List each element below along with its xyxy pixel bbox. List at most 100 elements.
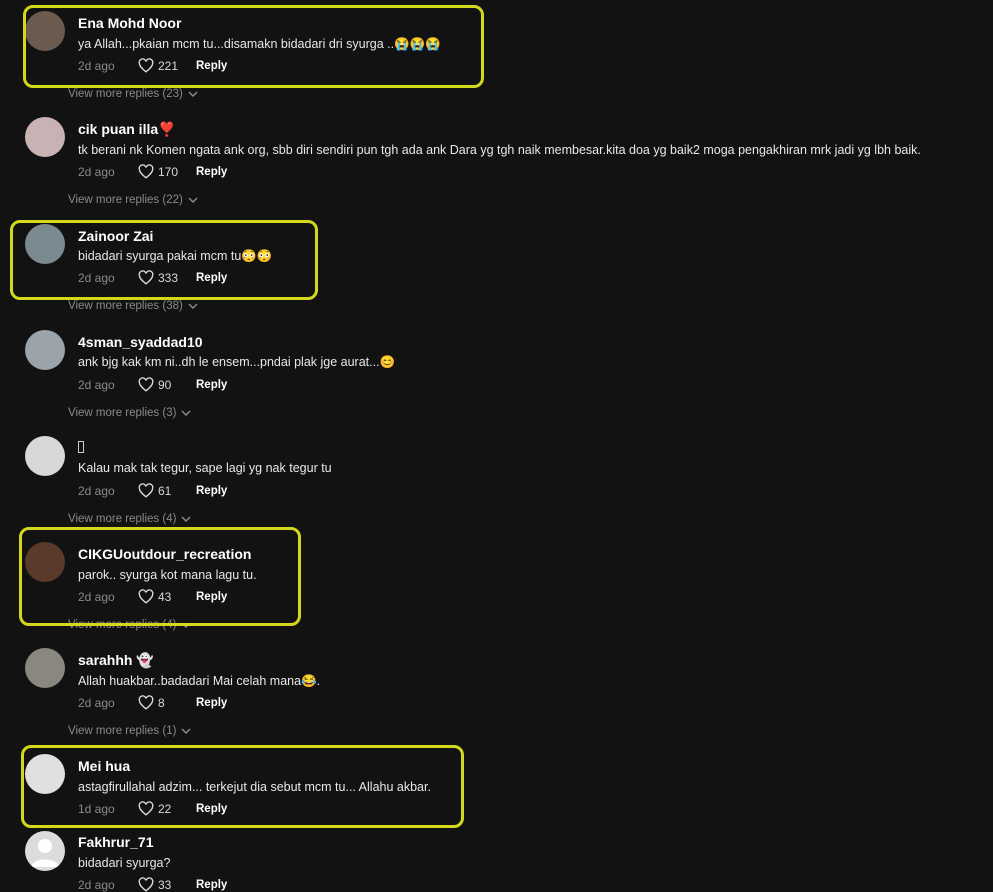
comment-meta: 2d ago 90 Reply [78,377,227,392]
like-count: 61 [158,483,172,498]
like-count: 33 [158,877,172,892]
comment-author[interactable]: sarahhh 👻 [78,652,154,669]
comment-meta: 2d ago 43 Reply [78,589,227,604]
chevron-down-icon [181,410,191,416]
like-button[interactable]: 61 [138,483,186,498]
reply-button[interactable]: Reply [196,60,227,72]
comment-time: 2d ago [78,270,115,285]
comment-author[interactable]: cik puan illa❣️ [78,121,176,138]
like-button[interactable]: 22 [138,801,186,816]
avatar[interactable] [25,436,65,476]
view-more-replies[interactable]: View more replies (23) [68,88,198,100]
comment-time: 2d ago [78,483,115,498]
like-button[interactable]: 43 [138,589,186,604]
comment-author[interactable]: 4sman_syaddad10 [78,334,203,350]
comment-text: tk berani nk Komen ngata ank org, sbb di… [78,143,921,157]
heart-icon [138,589,154,604]
comment-meta: 2d ago 8 Reply [78,695,227,710]
heart-icon [138,58,154,73]
default-avatar-icon [31,839,59,867]
like-count: 43 [158,589,172,604]
reply-button[interactable]: Reply [196,166,227,178]
like-count: 221 [158,58,179,73]
comment-time: 1d ago [78,801,115,816]
comment-text: astagfirullahal adzim... terkejut dia se… [78,780,431,794]
view-more-replies[interactable]: View more replies (22) [68,194,198,206]
avatar[interactable] [25,754,65,794]
chevron-down-icon [188,303,198,309]
heart-icon [138,270,154,285]
comment-text: Kalau mak tak tegur, sape lagi yg nak te… [78,461,332,475]
avatar[interactable] [25,831,65,871]
heart-icon [138,483,154,498]
comment-meta: 2d ago 33 Reply [78,877,227,892]
like-count: 170 [158,164,179,179]
reply-button[interactable]: Reply [196,379,227,391]
like-button[interactable]: 8 [138,695,186,710]
comment-meta: 1d ago 22 Reply [78,801,227,816]
like-button[interactable]: 170 [138,164,186,179]
comment-author[interactable] [78,440,84,456]
comment-meta: 2d ago 333 Reply [78,270,227,285]
comment-time: 2d ago [78,589,115,604]
view-more-label: View more replies (22) [68,194,183,206]
view-more-replies[interactable]: View more replies (4) [68,513,191,525]
reply-button[interactable]: Reply [196,697,227,709]
comment-text: ya Allah...pkaian mcm tu...disamakn bida… [78,37,441,51]
reply-button[interactable]: Reply [196,485,227,497]
like-button[interactable]: 333 [138,270,186,285]
view-more-label: View more replies (4) [68,513,177,525]
comment-time: 2d ago [78,877,115,892]
avatar[interactable] [25,11,65,51]
heart-icon [138,801,154,816]
avatar[interactable] [25,542,65,582]
view-more-replies[interactable]: View more replies (38) [68,300,198,312]
like-count: 8 [158,695,165,710]
comment-time: 2d ago [78,695,115,710]
heart-icon [138,695,154,710]
comment-text: bidadari syurga? [78,856,171,870]
chevron-down-icon [181,622,191,628]
chevron-down-icon [188,91,198,97]
avatar[interactable] [25,224,65,264]
like-button[interactable]: 90 [138,377,186,392]
comment-author[interactable]: Mei hua [78,758,130,774]
chevron-down-icon [181,728,191,734]
view-more-replies[interactable]: View more replies (1) [68,725,191,737]
heart-icon [138,877,154,892]
comment-time: 2d ago [78,164,115,179]
comment-meta: 2d ago 61 Reply [78,483,227,498]
view-more-label: View more replies (3) [68,407,177,419]
view-more-label: View more replies (23) [68,88,183,100]
comment-time: 2d ago [78,377,115,392]
comment-author[interactable]: Fakhrur_71 [78,834,153,850]
comment-text: Allah huakbar..badadari Mai celah mana😂. [78,674,321,688]
comment-meta: 2d ago 170 Reply [78,164,227,179]
comment-text: parok.. syurga kot mana lagu tu. [78,568,257,582]
like-count: 90 [158,377,172,392]
comment-author[interactable]: Zainoor Zai [78,228,153,244]
comment-author[interactable]: Ena Mohd Noor [78,15,181,31]
view-more-replies[interactable]: View more replies (4) [68,619,191,631]
reply-button[interactable]: Reply [196,272,227,284]
view-more-replies[interactable]: View more replies (3) [68,407,191,419]
comment-text: ank bjg kak km ni..dh le ensem...pndai p… [78,355,396,369]
heart-icon [138,377,154,392]
chevron-down-icon [181,516,191,522]
view-more-label: View more replies (4) [68,619,177,631]
comment-author[interactable]: CIKGUoutdour_recreation [78,546,251,562]
like-button[interactable]: 33 [138,877,186,892]
view-more-label: View more replies (1) [68,725,177,737]
comment-text: bidadari syurga pakai mcm tu😳😳 [78,249,273,263]
like-count: 22 [158,801,172,816]
reply-button[interactable]: Reply [196,803,227,815]
like-button[interactable]: 221 [138,58,186,73]
like-count: 333 [158,270,179,285]
heart-icon [138,164,154,179]
comment-time: 2d ago [78,58,115,73]
avatar[interactable] [25,330,65,370]
reply-button[interactable]: Reply [196,591,227,603]
chevron-down-icon [188,197,198,203]
avatar[interactable] [25,117,65,157]
avatar[interactable] [25,648,65,688]
